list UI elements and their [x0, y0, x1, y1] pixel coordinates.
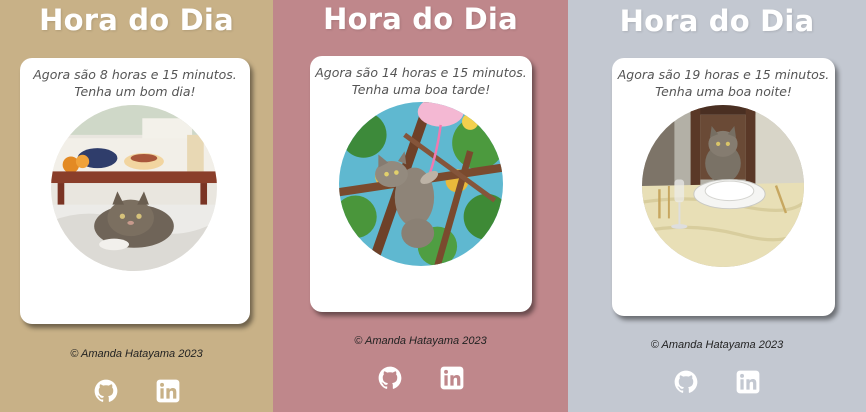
greeting-time: Agora são 19 horas e 15 minutos.	[617, 67, 830, 82]
panel-afternoon: Hora do Dia Agora são 14 horas e 15 minu…	[273, 0, 568, 412]
greeting-time: Agora são 14 horas e 15 minutos.	[315, 65, 527, 80]
social-links	[0, 378, 273, 404]
panel-morning: Hora do Dia Agora são 8 horas e 15 minut…	[0, 0, 273, 412]
greeting-card: Agora são 19 horas e 15 minutos. Tenha u…	[612, 58, 835, 316]
page-title: Hora do Dia	[39, 3, 234, 37]
social-links	[273, 365, 568, 391]
greeting-wish: Tenha uma boa noite!	[655, 84, 792, 99]
greeting-card: Agora são 8 horas e 15 minutos. Tenha um…	[20, 58, 250, 324]
github-icon[interactable]	[377, 365, 403, 391]
github-icon[interactable]	[673, 369, 699, 395]
greeting-wish: Tenha um bom dia!	[74, 84, 196, 99]
footer-credit: © Amanda Hatayama 2023	[70, 348, 203, 360]
footer-credit: © Amanda Hatayama 2023	[650, 339, 784, 351]
footer-credit: © Amanda Hatayama 2023	[354, 335, 487, 347]
greeting-text: Agora são 19 horas e 15 minutos. Tenha u…	[612, 66, 835, 100]
cat-at-dinner-table-photo	[642, 105, 804, 267]
greeting-text: Agora são 14 horas e 15 minutos. Tenha u…	[310, 64, 532, 98]
linkedin-icon[interactable]	[439, 365, 465, 391]
greeting-card: Agora são 14 horas e 15 minutos. Tenha u…	[310, 56, 532, 312]
greeting-wish: Tenha uma boa tarde!	[351, 82, 491, 97]
cat-in-tree-photo	[339, 102, 503, 266]
panel-night: Hora do Dia Agora são 19 horas e 15 minu…	[568, 0, 866, 412]
greeting-text: Agora são 8 horas e 15 minutos. Tenha um…	[20, 66, 250, 100]
cat-under-breakfast-tray-photo	[51, 105, 217, 271]
page-title: Hora do Dia	[619, 4, 815, 38]
linkedin-icon[interactable]	[735, 369, 761, 395]
page-title: Hora do Dia	[323, 2, 518, 36]
greeting-time: Agora são 8 horas e 15 minutos.	[33, 67, 237, 82]
social-links	[568, 369, 866, 395]
linkedin-icon[interactable]	[155, 378, 181, 404]
github-icon[interactable]	[93, 378, 119, 404]
